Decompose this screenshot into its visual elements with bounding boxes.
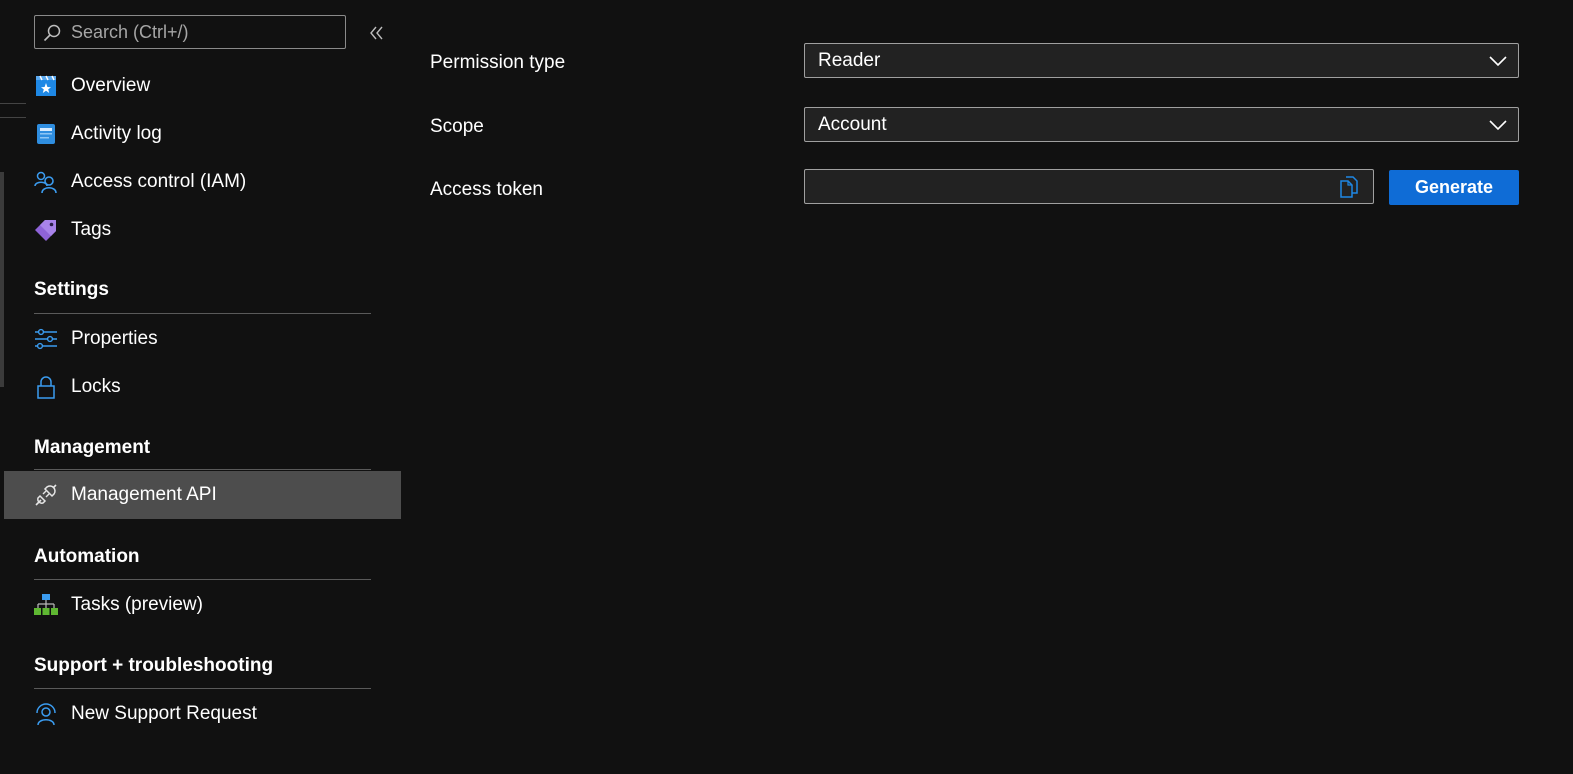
access-control-icon xyxy=(34,171,57,194)
search-icon xyxy=(43,24,61,42)
scope-label: Scope xyxy=(430,116,484,137)
hierarchy-icon xyxy=(34,594,58,615)
overview-icon xyxy=(36,75,56,96)
divider xyxy=(34,469,371,470)
collapse-double-chevron-icon[interactable] xyxy=(366,22,388,44)
sidebar-item-tasks-preview[interactable]: Tasks (preview) xyxy=(4,581,401,629)
scope-dropdown[interactable]: Account xyxy=(804,107,1519,142)
section-heading-settings: Settings xyxy=(34,279,109,300)
copy-icon[interactable] xyxy=(1338,175,1360,199)
sidebar-item-label: Properties xyxy=(71,328,158,349)
sidebar-item-label: Locks xyxy=(71,376,121,397)
activity-log-icon xyxy=(37,124,55,144)
chevron-down-icon xyxy=(1489,56,1507,67)
sidebar-item-tags[interactable]: Tags xyxy=(4,206,401,254)
chevron-down-icon xyxy=(1489,120,1507,131)
plug-icon xyxy=(35,484,57,506)
sidebar-item-label: Access control (IAM) xyxy=(71,171,247,192)
section-heading-management: Management xyxy=(34,437,151,458)
permission-type-value: Reader xyxy=(818,50,881,71)
sidebar-item-activity-log[interactable]: Activity log xyxy=(4,110,401,158)
sidebar-item-label: Tags xyxy=(71,219,112,240)
permission-type-label: Permission type xyxy=(430,52,566,73)
generate-button[interactable]: Generate xyxy=(1389,170,1519,205)
sidebar-item-label: Management API xyxy=(71,484,217,505)
section-heading-automation: Automation xyxy=(34,546,140,567)
tag-icon xyxy=(35,220,56,241)
lock-icon xyxy=(37,376,55,399)
access-token-field xyxy=(804,169,1374,204)
divider xyxy=(34,688,371,689)
sidebar-item-new-support-request[interactable]: New Support Request xyxy=(4,690,401,738)
sidebar-item-properties[interactable]: Properties xyxy=(4,315,401,363)
sidebar-item-label: Tasks (preview) xyxy=(71,594,203,615)
sliders-icon xyxy=(35,328,57,350)
support-person-icon xyxy=(36,703,56,726)
search-box[interactable] xyxy=(34,15,346,49)
sidebar-item-management-api[interactable]: Management API xyxy=(4,471,401,519)
scope-value: Account xyxy=(818,114,887,135)
sidebar-item-label: Activity log xyxy=(71,123,162,144)
sidebar-item-access-control[interactable]: Access control (IAM) xyxy=(4,158,401,206)
access-token-input[interactable] xyxy=(815,176,1325,198)
sidebar-item-label: Overview xyxy=(71,75,151,96)
sidebar-item-overview[interactable]: Overview xyxy=(4,62,401,110)
permission-type-dropdown[interactable]: Reader xyxy=(804,43,1519,78)
resource-menu-sidebar: Overview Activity log Access control (IA… xyxy=(0,0,402,774)
sidebar-item-locks[interactable]: Locks xyxy=(4,363,401,411)
access-token-label: Access token xyxy=(430,179,543,200)
sidebar-item-label: New Support Request xyxy=(71,703,257,724)
divider xyxy=(34,579,371,580)
search-input[interactable] xyxy=(71,21,331,43)
section-heading-support: Support + troubleshooting xyxy=(34,655,274,676)
divider xyxy=(34,313,371,314)
